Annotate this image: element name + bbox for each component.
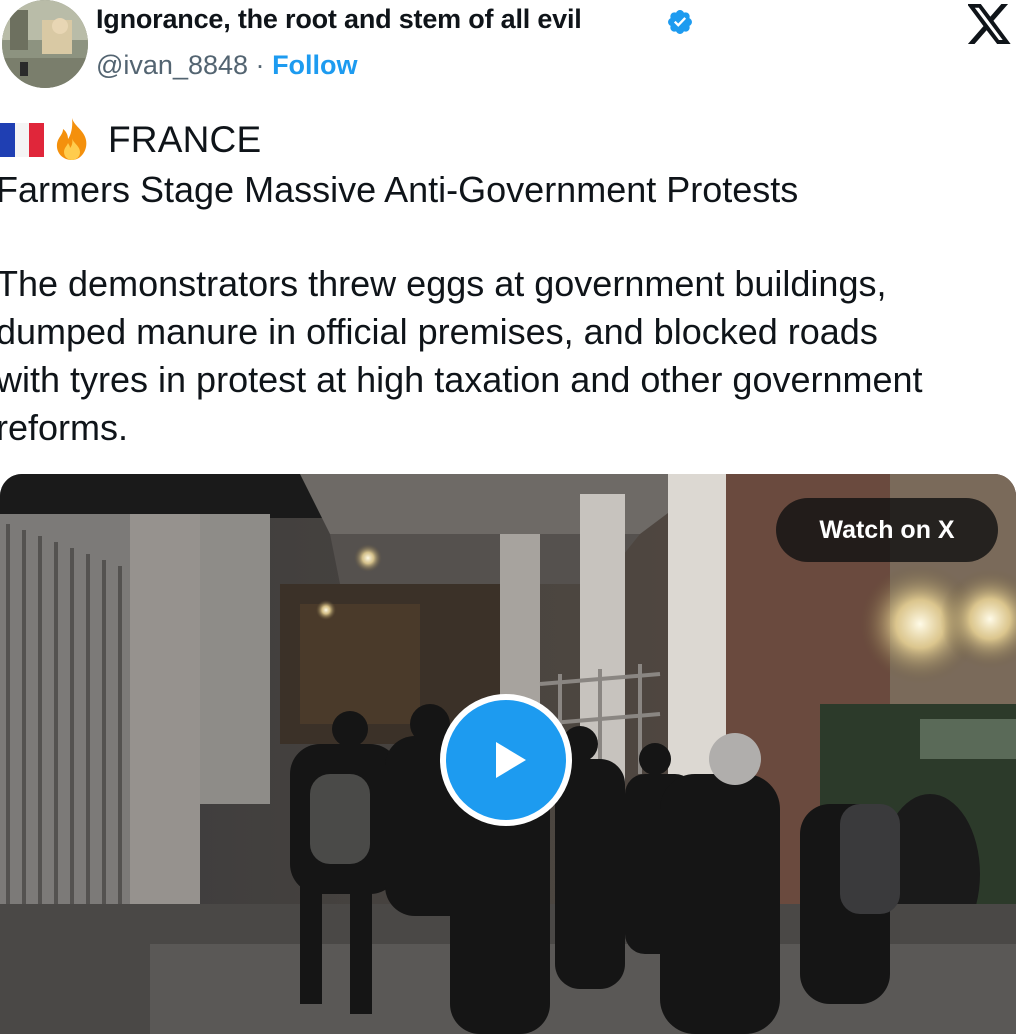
tweet-body: The demonstrators threw eggs at governme… [0, 260, 1016, 452]
tweet-body-line: The demonstrators threw eggs at governme… [0, 263, 887, 304]
author-display-name[interactable]: Ignorance, the root and stem of all evil [96, 4, 582, 35]
author-handle[interactable]: @ivan_8848 [96, 50, 248, 80]
separator-dot: · [255, 50, 265, 80]
france-flag-icon [0, 123, 45, 157]
avatar[interactable] [2, 0, 88, 88]
tweet-body-line: with tyres in protest at high taxation a… [0, 359, 923, 400]
verified-badge-icon [668, 10, 692, 34]
play-icon [496, 742, 526, 778]
follow-button[interactable]: Follow [272, 50, 357, 80]
play-button[interactable] [440, 694, 572, 826]
fire-icon [56, 118, 87, 160]
author-handle-row: @ivan_8848 · Follow [96, 50, 358, 81]
tweet-body-line: dumped manure in official premises, and … [0, 311, 878, 352]
country-line: FRANCE [0, 116, 261, 164]
tweet-headline: Farmers Stage Massive Anti-Government Pr… [0, 169, 799, 210]
country-label: FRANCE [108, 119, 262, 160]
tweet-body-line: reforms. [0, 407, 129, 448]
x-logo-icon[interactable] [968, 4, 1012, 44]
watch-on-x-button[interactable]: Watch on X [776, 498, 998, 562]
